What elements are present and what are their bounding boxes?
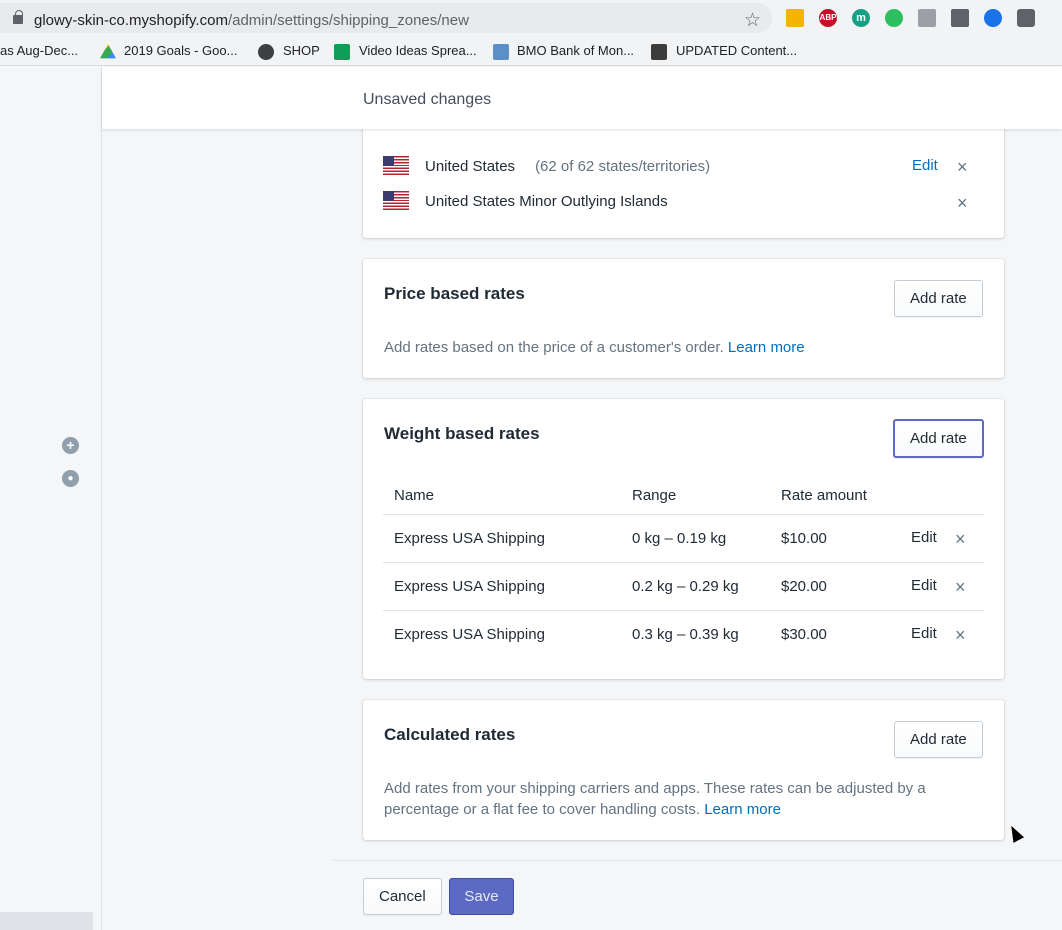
page-title: Unsaved changes bbox=[363, 91, 492, 108]
bookmark-item[interactable]: BMO Bank of Mon... bbox=[517, 43, 634, 58]
rate-range: 0.2 kg – 0.29 kg bbox=[632, 578, 739, 595]
add-calculated-rate-button[interactable]: Add rate bbox=[894, 721, 983, 758]
card-description: Add rates from your shipping carriers an… bbox=[384, 780, 926, 818]
rate-name: Express USA Shipping bbox=[394, 530, 545, 547]
us-flag-icon bbox=[383, 156, 409, 175]
country-name: United States Minor Outlying Islands bbox=[425, 193, 668, 210]
evernote-icon[interactable] bbox=[885, 9, 903, 27]
remove-icon[interactable]: × bbox=[955, 626, 966, 644]
table-row: Express USA Shipping 0.2 kg – 0.29 kg $2… bbox=[383, 562, 984, 610]
remove-icon[interactable]: × bbox=[957, 194, 968, 212]
screenshot-icon[interactable] bbox=[918, 9, 936, 27]
price-rates-card: Price based rates Add rate Add rates bas… bbox=[363, 259, 1004, 378]
left-sidebar: + ● bbox=[0, 67, 102, 930]
globe-icon bbox=[258, 44, 274, 60]
learn-more-link[interactable]: Learn more bbox=[728, 339, 805, 356]
remove-icon[interactable]: × bbox=[957, 158, 968, 176]
bookmark-item[interactable]: 2019 Goals - Goo... bbox=[124, 43, 237, 58]
bookmark-item[interactable]: Video Ideas Sprea... bbox=[359, 43, 477, 58]
rate-name: Express USA Shipping bbox=[394, 626, 545, 643]
google-drive-icon[interactable] bbox=[786, 9, 804, 27]
browser-toolbar: glowy-skin-co.myshopify.com/admin/settin… bbox=[0, 0, 1062, 36]
bookmark-star-icon[interactable]: ☆ bbox=[744, 9, 761, 32]
us-flag-icon bbox=[383, 191, 409, 210]
admin-page: + ● Unsaved changes United States (62 of … bbox=[0, 67, 1062, 930]
remove-icon[interactable]: × bbox=[955, 578, 966, 596]
card-description: Add rates based on the price of a custom… bbox=[384, 339, 805, 356]
country-name: United States (62 of 62 states/territorie… bbox=[425, 158, 711, 175]
learn-more-link[interactable]: Learn more bbox=[704, 801, 781, 818]
lock-icon bbox=[13, 10, 23, 24]
add-weight-rate-button[interactable]: Add rate bbox=[893, 419, 984, 458]
m-extension-icon[interactable]: m bbox=[852, 9, 870, 27]
edit-country-link[interactable]: Edit bbox=[912, 157, 938, 174]
edit-rate-link[interactable]: Edit bbox=[911, 625, 937, 642]
share-icon[interactable] bbox=[984, 9, 1002, 27]
weight-rates-card: Weight based rates Add rate Name Range R… bbox=[363, 399, 1004, 679]
countries-card: United States (62 of 62 states/territorie… bbox=[363, 117, 1004, 238]
bookmark-item[interactable]: as Aug-Dec... bbox=[0, 43, 78, 58]
table-row: Express USA Shipping 0.3 kg – 0.39 kg $3… bbox=[383, 610, 984, 658]
edit-rate-link[interactable]: Edit bbox=[911, 529, 937, 546]
add-price-rate-button[interactable]: Add rate bbox=[894, 280, 983, 317]
bookmark-item[interactable]: UPDATED Content... bbox=[676, 43, 797, 58]
sheets-icon bbox=[334, 44, 350, 60]
edit-rate-link[interactable]: Edit bbox=[911, 577, 937, 594]
unsaved-changes-bar: Unsaved changes bbox=[102, 67, 1062, 129]
sidebar-bottom-item[interactable] bbox=[0, 912, 93, 930]
google-drive-icon bbox=[100, 44, 116, 59]
save-button[interactable]: Save bbox=[449, 878, 514, 915]
card-title: Weight based rates bbox=[384, 424, 540, 443]
bookmark-item[interactable]: SHOP bbox=[283, 43, 320, 58]
rate-amount: $30.00 bbox=[781, 626, 827, 643]
remove-icon[interactable]: × bbox=[955, 530, 966, 548]
rate-amount: $20.00 bbox=[781, 578, 827, 595]
bank-icon bbox=[493, 44, 509, 60]
rate-amount: $10.00 bbox=[781, 530, 827, 547]
table-row: Express USA Shipping 0 kg – 0.19 kg $10.… bbox=[383, 514, 984, 562]
calculated-rates-card: Calculated rates Add rate Add rates from… bbox=[363, 700, 1004, 840]
rate-range: 0.3 kg – 0.39 kg bbox=[632, 626, 739, 643]
column-header-name: Name bbox=[394, 487, 435, 504]
add-icon[interactable]: + bbox=[62, 437, 79, 454]
rate-range: 0 kg – 0.19 kg bbox=[632, 530, 727, 547]
card-title: Price based rates bbox=[384, 284, 525, 303]
url-text[interactable]: glowy-skin-co.myshopify.com/admin/settin… bbox=[34, 12, 469, 29]
adblock-icon[interactable]: ABP bbox=[819, 9, 837, 27]
cancel-button[interactable]: Cancel bbox=[363, 878, 442, 915]
address-bar[interactable]: glowy-skin-co.myshopify.com/admin/settin… bbox=[0, 3, 772, 33]
eyedropper-icon[interactable] bbox=[951, 9, 969, 27]
column-header-range: Range bbox=[632, 487, 677, 504]
page-icon bbox=[651, 44, 667, 60]
window-icon[interactable] bbox=[1017, 9, 1035, 27]
card-title: Calculated rates bbox=[384, 725, 516, 744]
footer-divider bbox=[333, 860, 1062, 861]
rate-name: Express USA Shipping bbox=[394, 578, 545, 595]
bookmarks-bar: as Aug-Dec... 2019 Goals - Goo... SHOP V… bbox=[0, 36, 1062, 66]
column-header-amount: Rate amount bbox=[781, 487, 867, 504]
eye-icon[interactable]: ● bbox=[62, 470, 79, 487]
